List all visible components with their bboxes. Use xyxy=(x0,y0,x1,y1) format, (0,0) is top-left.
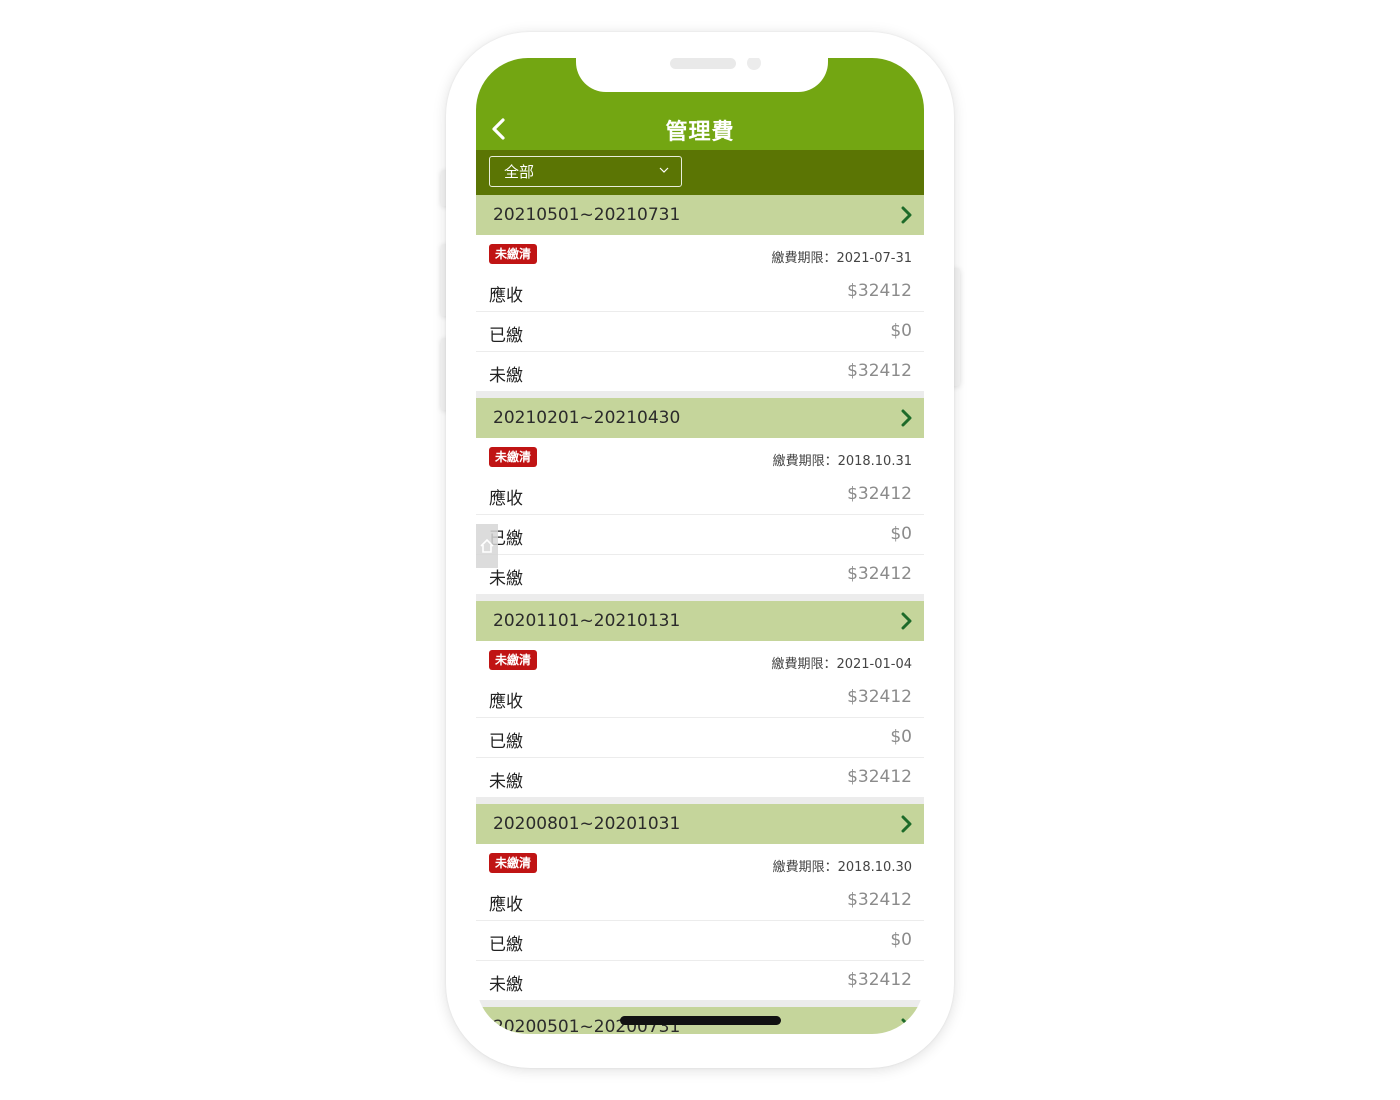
payment-deadline: 繳費期限：2021-01-04 xyxy=(771,657,912,672)
paid-row: 已繳 $0 xyxy=(476,515,924,555)
unpaid-label: 未繳 xyxy=(489,975,523,995)
card-divider xyxy=(476,797,924,804)
receivable-amount: $32412 xyxy=(847,687,912,707)
stage: 管理費 全部 20210501~20210731 未繳清 繳費期限：2021-0… xyxy=(0,0,1400,1100)
receivable-row: 應收 $32412 xyxy=(476,272,924,312)
payment-deadline: 繳費期限：2018.10.31 xyxy=(772,454,912,469)
unpaid-row: 未繳 $32412 xyxy=(476,961,924,1000)
paid-label: 已繳 xyxy=(489,935,523,955)
front-camera xyxy=(747,58,761,70)
chevron-right-icon xyxy=(901,1018,912,1034)
unpaid-amount: $32412 xyxy=(847,564,912,584)
chevron-right-icon xyxy=(901,612,912,630)
unpaid-status-badge: 未繳清 xyxy=(489,853,538,873)
receivable-row: 應收 $32412 xyxy=(476,881,924,921)
bill-period-header[interactable]: 20210201~20210430 xyxy=(476,398,924,438)
bill-meta: 未繳清 繳費期限：2018.10.30 xyxy=(476,844,924,881)
bill-list: 20210501~20210731 未繳清 繳費期限：2021-07-31 應收… xyxy=(476,195,924,1034)
unpaid-label: 未繳 xyxy=(489,366,523,386)
unpaid-status-badge: 未繳清 xyxy=(489,244,538,264)
unpaid-row: 未繳 $32412 xyxy=(476,352,924,391)
receivable-label: 應收 xyxy=(489,489,523,509)
home-icon xyxy=(480,538,494,553)
chevron-down-icon xyxy=(659,167,669,173)
page-title: 管理費 xyxy=(665,120,735,145)
paid-amount: $0 xyxy=(890,727,912,747)
paid-row: 已繳 $0 xyxy=(476,718,924,758)
bill-card: 20200801~20201031 未繳清 繳費期限：2018.10.30 應收… xyxy=(476,804,924,1000)
bill-period-header[interactable]: 20201101~20210131 xyxy=(476,601,924,641)
period-filter-select[interactable]: 全部 xyxy=(489,156,682,187)
card-divider xyxy=(476,391,924,398)
chevron-right-icon xyxy=(901,206,912,224)
bill-meta: 未繳清 繳費期限：2021-07-31 xyxy=(476,235,924,272)
filter-selected-value: 全部 xyxy=(504,163,535,181)
phone-screen: 管理費 全部 20210501~20210731 未繳清 繳費期限：2021-0… xyxy=(476,58,924,1034)
card-divider xyxy=(476,1000,924,1007)
bill-card: 20210501~20210731 未繳清 繳費期限：2021-07-31 應收… xyxy=(476,195,924,391)
unpaid-amount: $32412 xyxy=(847,767,912,787)
phone-notch xyxy=(576,58,828,92)
filter-bar: 全部 xyxy=(476,150,924,195)
receivable-row: 應收 $32412 xyxy=(476,678,924,718)
chevron-right-icon xyxy=(901,815,912,833)
home-indicator[interactable] xyxy=(620,1016,781,1025)
unpaid-label: 未繳 xyxy=(489,772,523,792)
bill-card: 20201101~20210131 未繳清 繳費期限：2021-01-04 應收… xyxy=(476,601,924,797)
floating-home-button[interactable] xyxy=(476,524,498,568)
bill-period-header[interactable]: 20210501~20210731 xyxy=(476,195,924,235)
paid-row: 已繳 $0 xyxy=(476,921,924,961)
unpaid-status-badge: 未繳清 xyxy=(489,650,538,670)
unpaid-amount: $32412 xyxy=(847,970,912,990)
bill-period: 20200801~20201031 xyxy=(493,814,681,834)
receivable-amount: $32412 xyxy=(847,281,912,301)
paid-row: 已繳 $0 xyxy=(476,312,924,352)
receivable-label: 應收 xyxy=(489,286,523,306)
bill-period-header[interactable]: 20200801~20201031 xyxy=(476,804,924,844)
receivable-label: 應收 xyxy=(489,895,523,915)
paid-label: 已繳 xyxy=(489,326,523,346)
receivable-label: 應收 xyxy=(489,692,523,712)
payment-deadline: 繳費期限：2018.10.30 xyxy=(772,860,912,875)
unpaid-row: 未繳 $32412 xyxy=(476,758,924,797)
paid-amount: $0 xyxy=(890,321,912,341)
receivable-amount: $32412 xyxy=(847,484,912,504)
card-divider xyxy=(476,594,924,601)
receivable-amount: $32412 xyxy=(847,890,912,910)
payment-deadline: 繳費期限：2021-07-31 xyxy=(771,251,912,266)
paid-amount: $0 xyxy=(890,524,912,544)
bill-meta: 未繳清 繳費期限：2021-01-04 xyxy=(476,641,924,678)
paid-amount: $0 xyxy=(890,930,912,950)
receivable-row: 應收 $32412 xyxy=(476,475,924,515)
unpaid-status-badge: 未繳清 xyxy=(489,447,538,467)
unpaid-row: 未繳 $32412 xyxy=(476,555,924,594)
chevron-right-icon xyxy=(901,409,912,427)
paid-label: 已繳 xyxy=(489,732,523,752)
speaker-grille xyxy=(670,58,736,69)
bill-period: 20210201~20210430 xyxy=(493,408,681,428)
unpaid-amount: $32412 xyxy=(847,361,912,381)
bill-period: 20210501~20210731 xyxy=(493,205,681,225)
bill-period: 20201101~20210131 xyxy=(493,611,681,631)
bill-meta: 未繳清 繳費期限：2018.10.31 xyxy=(476,438,924,475)
bill-card: 20210201~20210430 未繳清 繳費期限：2018.10.31 應收… xyxy=(476,398,924,594)
